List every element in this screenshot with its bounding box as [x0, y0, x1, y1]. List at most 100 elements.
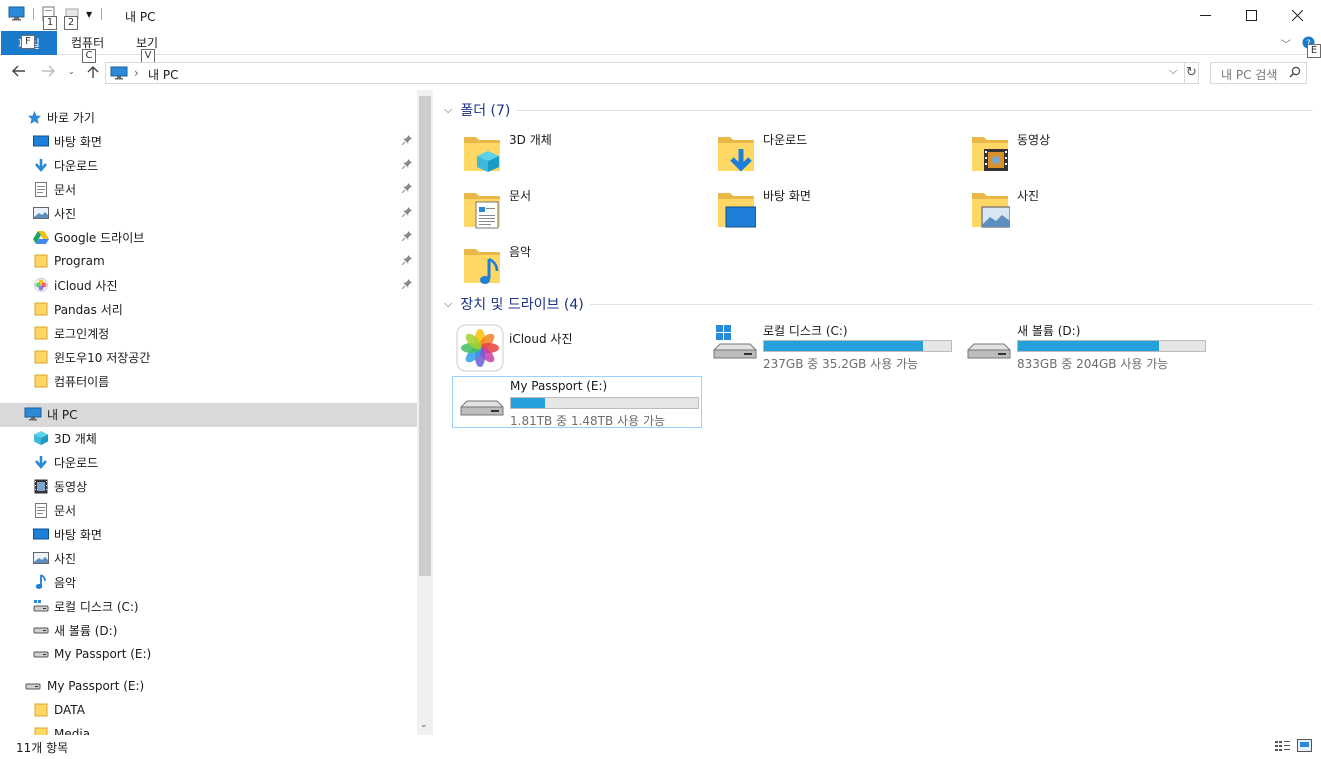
drive-label: My Passport (E:)	[510, 379, 608, 393]
folder-tile[interactable]: 문서	[440, 184, 680, 234]
nav-this-pc[interactable]: 내 PC	[24, 402, 77, 426]
pin-icon[interactable]	[401, 159, 412, 172]
nav-quick-item[interactable]: 윈도우10 저장공간	[33, 345, 150, 369]
forward-arrow-icon[interactable]	[41, 65, 55, 81]
search-input[interactable]: 내 PC 검색	[1210, 62, 1307, 84]
video-icon	[33, 478, 49, 494]
icloud-photos-icon	[456, 324, 504, 372]
collapse-chevron-icon[interactable]: ⌵	[444, 297, 452, 311]
usage-bar	[763, 340, 952, 352]
nav-quick-access[interactable]: 바로 가기	[26, 105, 95, 129]
minimize-button[interactable]	[1182, 0, 1228, 31]
free-space-text: 833GB 중 204GB 사용 가능	[1017, 357, 1169, 371]
folder-label: 다운로드	[763, 133, 808, 147]
pin-icon[interactable]	[401, 231, 412, 244]
nav-quick-item[interactable]: 다운로드	[33, 153, 98, 177]
back-arrow-icon[interactable]	[12, 65, 26, 81]
nav-pc-item[interactable]: 새 볼륨 (D:)	[33, 618, 117, 642]
folders-group-header[interactable]: ⌵ 폴더 (7)	[440, 100, 1313, 120]
nav-pc-item[interactable]: 문서	[33, 498, 76, 522]
scrollbar-thumb[interactable]	[419, 96, 431, 576]
nav-quick-item[interactable]: iCloud 사진	[33, 273, 118, 297]
navigation-pane: 바로 가기 바탕 화면 다운로드 문서 사진 Google 드라이브 Program iCl…	[0, 90, 433, 735]
nav-quick-item[interactable]: Google 드라이브	[33, 225, 144, 249]
nav-label: 내 PC	[47, 407, 78, 422]
nav-quick-item[interactable]: Program	[33, 249, 105, 273]
nav-quick-item[interactable]: 사진	[33, 201, 76, 225]
drive-label: iCloud 사진	[509, 332, 573, 346]
breadcrumb-chevron-icon[interactable]: ›	[134, 66, 139, 80]
folder-icon	[33, 349, 49, 365]
pin-icon[interactable]	[401, 135, 412, 148]
download-icon	[33, 157, 49, 173]
nav-label: 컴퓨터이름	[54, 374, 110, 389]
folder-music-note-icon	[462, 243, 502, 285]
collapse-chevron-icon[interactable]: ⌵	[444, 103, 452, 117]
folder-landscape-icon	[970, 187, 1011, 229]
nav-pc-item[interactable]: 사진	[33, 546, 76, 570]
address-dropdown-icon[interactable]: ⌵	[1169, 64, 1177, 78]
nav-quick-item[interactable]: 로그인계정	[33, 321, 109, 345]
details-view-icon[interactable]	[1275, 740, 1290, 755]
nav-quick-item[interactable]: 컴퓨터이름	[33, 369, 109, 393]
nav-label: 음악	[54, 575, 77, 590]
up-arrow-icon[interactable]	[87, 65, 99, 83]
drive-label: 로컬 디스크 (C:)	[763, 324, 848, 338]
nav-label: 바탕 화면	[54, 134, 102, 149]
nav-label: 새 볼륨 (D:)	[54, 623, 118, 638]
drive-local-disk-c[interactable]: 로컬 디스크 (C:) 237GB 중 35.2GB 사용 가능	[706, 320, 956, 372]
ribbon: 파일 F 컴퓨터 C 보기 V ﹀ ? E	[0, 31, 1321, 63]
expand-ribbon-icon[interactable]: ﹀	[1281, 36, 1291, 51]
pin-icon[interactable]	[401, 279, 412, 292]
nav-label: My Passport (E:)	[54, 647, 152, 661]
refresh-icon[interactable]: ↻	[1186, 65, 1197, 80]
nav-scrollbar[interactable]: ⌄	[417, 90, 433, 735]
usage-bar	[510, 397, 699, 409]
recent-locations-icon[interactable]: ⌄	[68, 67, 75, 76]
pin-icon[interactable]	[401, 255, 412, 268]
nav-label: Program	[54, 254, 105, 268]
folder-tile[interactable]: 바탕 화면	[694, 184, 934, 234]
close-button[interactable]	[1274, 0, 1320, 31]
maximize-button[interactable]	[1228, 0, 1274, 31]
pc-icon	[110, 66, 128, 83]
nav-pc-item[interactable]: 바탕 화면	[33, 522, 102, 546]
customize-dropdown-icon[interactable]: ▼	[86, 10, 92, 19]
usage-bar	[1017, 340, 1206, 352]
scroll-down-icon[interactable]: ⌄	[420, 720, 428, 730]
nav-pc-item[interactable]: My Passport (E:)	[33, 642, 151, 666]
nav-item-data[interactable]: DATA	[33, 698, 85, 722]
folder-tile[interactable]: 음악	[440, 240, 680, 290]
nav-pc-item[interactable]: 3D 개체	[33, 426, 97, 450]
search-icon	[1289, 66, 1301, 81]
content-pane: ⌵ 폴더 (7) 3D 개체 다운로드 동영상문서 바탕 화면 사진음악 ⌵ 장치 및 …	[440, 90, 1321, 735]
address-bar[interactable]: › 내 PC ⌵ ↻	[105, 62, 1199, 84]
drive-new-volume-d[interactable]: 새 볼륨 (D:) 833GB 중 204GB 사용 가능	[960, 320, 1210, 372]
drive-icon	[457, 381, 505, 425]
nav-pc-item[interactable]: 동영상	[33, 474, 87, 498]
nav-item-media[interactable]: Media	[33, 722, 90, 735]
nav-quick-item[interactable]: Pandas 서리	[33, 297, 123, 321]
nav-pc-item[interactable]: 로컬 디스크 (C:)	[33, 594, 139, 618]
drive-icloud-photos[interactable]: iCloud 사진	[452, 320, 702, 372]
nav-quick-item[interactable]: 바탕 화면	[33, 129, 102, 153]
pin-icon[interactable]	[401, 207, 412, 220]
devices-group-header[interactable]: ⌵ 장치 및 드라이브 (4)	[440, 294, 1313, 314]
pin-icon[interactable]	[401, 183, 412, 196]
music-icon	[33, 574, 49, 590]
usage-fill	[764, 341, 923, 351]
folder-tile[interactable]: 3D 개체	[440, 128, 680, 178]
folder-tile[interactable]: 동영상	[948, 128, 1188, 178]
folder-tile[interactable]: 다운로드	[694, 128, 934, 178]
nav-quick-item[interactable]: 문서	[33, 177, 76, 201]
nav-pc-item[interactable]: 다운로드	[33, 450, 98, 474]
folder-tile[interactable]: 사진	[948, 184, 1188, 234]
local-disk-icon	[710, 324, 758, 368]
nav-label: 사진	[54, 206, 77, 221]
nav-pc-item[interactable]: 음악	[33, 570, 76, 594]
nav-my-passport[interactable]: My Passport (E:)	[24, 674, 144, 698]
drive-my-passport-e[interactable]: My Passport (E:) 1.81TB 중 1.48TB 사용 가능	[452, 376, 702, 428]
item-count: 11개 항목	[16, 741, 69, 755]
breadcrumb[interactable]: 내 PC	[148, 66, 178, 83]
large-icons-view-icon[interactable]	[1297, 739, 1312, 755]
